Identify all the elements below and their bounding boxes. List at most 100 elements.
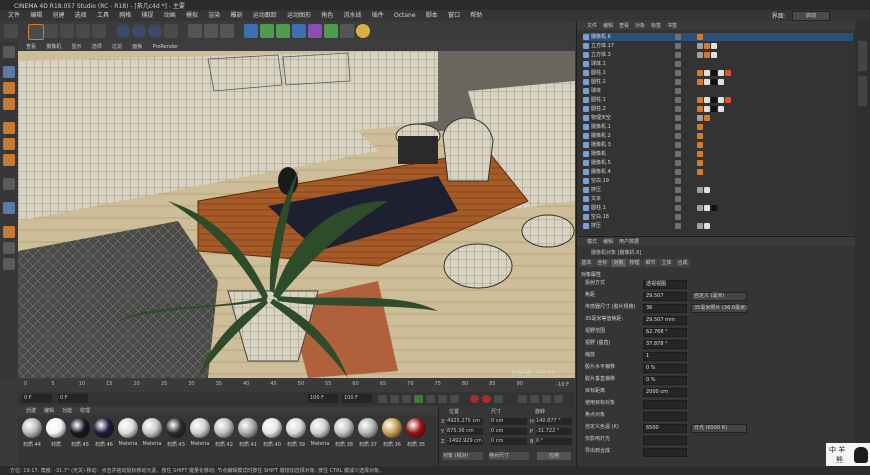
undo-icon[interactable] [4,24,18,38]
menu-item[interactable]: 文件 [8,10,20,21]
object-name[interactable]: 摄像机.6 [591,33,611,41]
tag-icon[interactable] [704,115,710,121]
tag-icon[interactable] [711,79,717,85]
tag-icon[interactable] [704,223,710,229]
object-row[interactable]: 摄像机.6 [583,33,853,41]
material-menu-item[interactable]: 创建 [26,407,36,414]
object-name[interactable]: 球体 [591,87,601,95]
tag-icon[interactable] [718,97,724,103]
end-frame-field[interactable]: 100 F [308,394,338,403]
object-row[interactable]: 挤压 [583,222,853,230]
make-editable-icon[interactable] [3,46,15,58]
preview-start-field[interactable]: 0 F [58,394,88,403]
visibility-flag-icon[interactable] [675,34,681,40]
material-swatch[interactable] [358,418,378,438]
snap-icon[interactable] [3,202,15,214]
tag-icon[interactable] [711,106,717,112]
prev-frame-icon[interactable] [402,395,411,403]
menu-item[interactable]: 插件 [372,10,384,21]
tag-icon[interactable] [697,133,703,139]
position-key-icon[interactable] [518,395,527,403]
material-swatch[interactable] [190,418,210,438]
visibility-flag-icon[interactable] [675,61,681,67]
position-x-field[interactable]: 4925.275 cm [447,418,483,425]
object-row[interactable]: 摄像机.3 [583,141,853,149]
tag-icon[interactable] [697,52,703,58]
object-row[interactable]: 球体 [583,87,853,95]
tag-icon[interactable] [704,187,710,193]
object-row[interactable]: 物理天空 [583,114,853,122]
visibility-flag-icon[interactable] [675,43,681,49]
tag-icon[interactable] [711,70,717,76]
timeline[interactable]: 0 5 10 15 20 25 30 35 40 45 50 55 60 65 70 75 80 85 90 -10… [18,378,575,392]
workplane-icon[interactable] [3,98,15,110]
menu-item[interactable]: 网格 [119,10,131,21]
object-name[interactable]: 文本 [591,195,601,203]
menu-item[interactable]: 工具 [97,10,109,21]
visibility-flag-icon[interactable] [675,187,681,193]
visibility-flag-icon[interactable] [675,124,681,130]
tag-icon[interactable] [704,205,710,211]
object-name[interactable]: 空白.18 [591,213,609,221]
object-name[interactable]: 摄像机.5 [591,159,611,167]
attribute-value-field[interactable]: 62.768 ° [643,328,687,337]
visibility-flag-icon[interactable] [675,160,681,166]
sculpt-icon[interactable] [3,226,15,238]
material-swatch[interactable] [46,418,66,438]
tag-icon[interactable] [718,106,724,112]
visibility-flag-icon[interactable] [675,52,681,58]
play-icon[interactable] [414,395,423,403]
tag-icon[interactable] [711,97,717,103]
object-name[interactable]: 摄像机.3 [591,141,611,149]
attribute-value-field[interactable] [643,436,687,445]
object-row[interactable]: 圆柱.2 [583,78,853,86]
object-name[interactable]: 摄像机 [591,150,606,158]
preview-end-field[interactable]: 100 F [342,394,372,403]
tag-icon[interactable] [718,70,724,76]
attribute-menu-item[interactable]: 编辑 [603,238,613,245]
attribute-value-field[interactable]: 1 [643,352,687,361]
material-swatch[interactable] [310,418,330,438]
rotation-b-field[interactable]: 0 ° [536,438,572,445]
visibility-flag-icon[interactable] [675,70,681,76]
material-swatch[interactable] [382,418,402,438]
object-row[interactable]: 立方体.3 [583,51,853,59]
scale-icon[interactable] [60,24,74,38]
scale-key-icon[interactable] [542,395,551,403]
attribute-tab[interactable]: 细节 [643,259,658,267]
goto-start-icon[interactable] [378,395,387,403]
visibility-flag-icon[interactable] [675,223,681,229]
x-axis-icon[interactable] [116,24,130,38]
lock-workplane-icon[interactable] [3,242,15,254]
polygons-mode-icon[interactable] [3,154,15,166]
menu-item[interactable]: 脚本 [426,10,438,21]
object-row[interactable]: 圆柱.1 [583,96,853,104]
tag-icon[interactable] [697,106,703,112]
object-name[interactable]: 摄像机.1 [591,123,611,131]
object-name[interactable]: 摄像机.2 [591,132,611,140]
timeline-menu-icon[interactable] [554,395,563,403]
material-menu-item[interactable]: 纹理 [80,407,90,414]
material-swatch[interactable] [406,418,426,438]
tag-icon[interactable] [725,97,731,103]
menu-item[interactable]: 运动跟踪 [253,10,277,21]
material-swatch[interactable] [214,418,234,438]
pen-icon[interactable] [260,24,274,38]
visibility-flag-icon[interactable] [675,79,681,85]
tag-icon[interactable] [704,70,710,76]
attribute-value-field[interactable]: 0 % [643,376,687,385]
object-row[interactable]: 摄像机.2 [583,132,853,140]
visibility-flag-icon[interactable] [675,106,681,112]
visibility-flag-icon[interactable] [675,151,681,157]
object-name[interactable]: 摄像机.4 [591,168,611,176]
attribute-menu-item[interactable]: 模式 [587,238,597,245]
tag-icon[interactable] [697,223,703,229]
material-swatch[interactable] [118,418,138,438]
render-picture-icon[interactable] [204,24,218,38]
live-select-icon[interactable] [28,24,44,40]
attribute-tab[interactable]: 物理 [627,259,642,267]
attribute-value-field[interactable]: 0 % [643,364,687,373]
keyframe-selection-icon[interactable] [494,395,503,403]
objects-tab[interactable] [858,41,867,71]
object-row[interactable]: 圆柱.1 [583,69,853,77]
